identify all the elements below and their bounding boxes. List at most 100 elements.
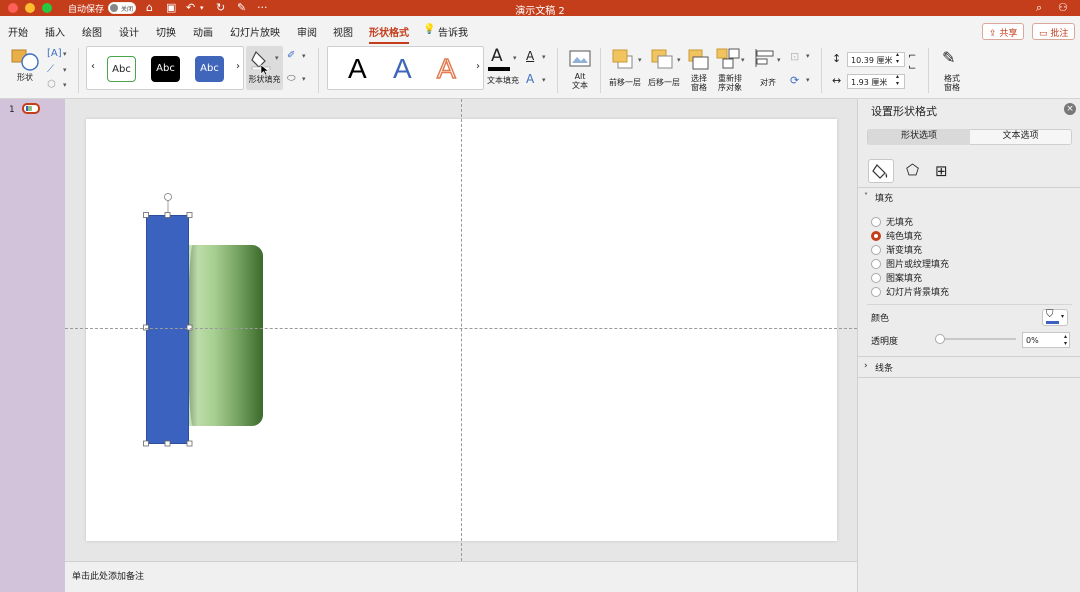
edit-shape-icon[interactable]: ⟋ xyxy=(47,64,54,75)
chevron-down-icon[interactable]: ▾ xyxy=(542,76,546,84)
resize-handle[interactable] xyxy=(143,212,149,218)
chevron-down-icon[interactable]: ▾ xyxy=(542,53,546,61)
tab-text-options[interactable]: 文本选项 xyxy=(970,129,1071,145)
comments-button[interactable]: ▭ 批注 xyxy=(1032,23,1076,40)
chevron-down-icon[interactable]: ▾ xyxy=(302,75,306,83)
align-button[interactable]: ▾ 对齐 xyxy=(751,48,785,92)
wordart-blue[interactable]: A xyxy=(393,53,412,85)
more-icon[interactable]: ··· xyxy=(257,1,268,14)
undo-icon[interactable]: ↶ xyxy=(186,1,195,14)
tab-view[interactable]: 视图 xyxy=(333,24,353,39)
fill-section-header[interactable]: 填充 xyxy=(875,191,893,204)
tab-draw[interactable]: 绘图 xyxy=(82,24,102,39)
radio-no-fill[interactable]: 无填充 xyxy=(871,215,913,228)
close-window-button[interactable] xyxy=(8,3,18,13)
transparency-stepper[interactable]: ▴ ▾ xyxy=(1064,333,1067,347)
text-outline-icon[interactable]: A xyxy=(526,49,534,63)
slide-thumbnail[interactable] xyxy=(22,103,40,114)
chevron-down-icon[interactable]: ˅ xyxy=(864,192,868,201)
undo-dropdown-icon[interactable]: ▾ xyxy=(200,4,204,12)
notes-pane[interactable]: 单击此处添加备注 xyxy=(65,561,857,592)
rotate-handle[interactable] xyxy=(164,193,172,201)
chevron-down-icon[interactable]: ▾ xyxy=(63,81,67,89)
edit-icon[interactable]: ✎ xyxy=(237,1,246,14)
radio-pattern-fill[interactable]: 图案填充 xyxy=(871,271,922,284)
wordart-orange-outline[interactable]: A xyxy=(436,52,456,85)
chevron-down-icon[interactable]: ▾ xyxy=(677,56,681,64)
send-backward-button[interactable]: ▾ 后移一层 xyxy=(646,48,684,92)
height-stepper[interactable]: ▴ ▾ xyxy=(896,51,899,65)
chevron-down-icon[interactable]: ▾ xyxy=(806,52,810,60)
merge-shapes-icon[interactable]: ⬡ xyxy=(47,79,56,90)
chevron-down-icon[interactable]: ▾ xyxy=(275,54,279,62)
transparency-input[interactable]: 0% ▴ ▾ xyxy=(1022,332,1070,348)
zoom-window-button[interactable] xyxy=(42,3,52,13)
resize-handle[interactable] xyxy=(186,440,193,447)
chevron-down-icon[interactable]: ▾ xyxy=(63,66,67,74)
chevron-right-icon[interactable]: › xyxy=(864,361,868,371)
chevron-down-icon[interactable]: ▾ xyxy=(513,54,517,62)
tab-review[interactable]: 审阅 xyxy=(297,24,317,39)
gallery-next-icon[interactable]: › xyxy=(236,61,240,72)
shape-button[interactable]: 形状 xyxy=(10,48,40,88)
width-stepper[interactable]: ▴ ▾ xyxy=(896,73,899,87)
resize-handle[interactable] xyxy=(164,212,171,218)
account-icon[interactable]: ⚇ xyxy=(1058,1,1068,14)
tab-slideshow[interactable]: 幻灯片放映 xyxy=(230,24,280,39)
tab-shape-options[interactable]: 形状选项 xyxy=(868,129,970,145)
style-preview-outline[interactable]: Abc xyxy=(107,56,136,82)
text-effects-icon[interactable]: A xyxy=(526,72,534,86)
lock-aspect-icon[interactable]: ⌐ ⌙ xyxy=(908,51,916,73)
chevron-down-icon[interactable]: ▾ xyxy=(63,50,67,58)
shape-outline-icon[interactable]: ✐ xyxy=(287,50,295,61)
rotate-icon[interactable]: ⟳ xyxy=(790,74,799,87)
resize-handle[interactable] xyxy=(164,440,171,447)
save-icon[interactable]: ▣ xyxy=(166,1,176,14)
reorder-objects-button[interactable]: ▾ 重新排 序对象 xyxy=(715,48,749,96)
radio-slide-background-fill[interactable]: 幻灯片背景填充 xyxy=(871,285,949,298)
minimize-window-button[interactable] xyxy=(25,3,35,13)
line-section-header[interactable]: 线条 xyxy=(875,361,893,374)
size-properties-tab-icon[interactable]: ⊞ xyxy=(935,162,948,180)
selection-pane-button[interactable]: 选择 窗格 xyxy=(685,48,713,96)
search-icon[interactable]: ⌕ xyxy=(1036,1,1042,15)
chevron-down-icon[interactable]: ▾ xyxy=(741,56,745,64)
fill-line-tab[interactable] xyxy=(868,159,894,183)
shape-fill-button[interactable]: ▾ 形状填充 xyxy=(246,46,283,90)
chevron-down-icon[interactable]: ▾ xyxy=(777,56,781,64)
chevron-down-icon[interactable]: ▾ xyxy=(302,52,306,60)
text-fill-button[interactable]: A ▾ 文本填充 xyxy=(486,46,520,90)
tab-insert[interactable]: 插入 xyxy=(45,24,65,39)
close-panel-button[interactable]: × xyxy=(1064,103,1076,115)
alt-text-button[interactable]: Alt 文本 xyxy=(565,48,595,92)
radio-gradient-fill[interactable]: 渐变填充 xyxy=(871,243,922,256)
chevron-down-icon[interactable]: ▾ xyxy=(806,76,810,84)
tell-me-search[interactable]: 告诉我 xyxy=(438,24,468,39)
radio-picture-fill[interactable]: 图片或纹理填充 xyxy=(871,257,949,270)
horizontal-guide[interactable] xyxy=(65,328,857,329)
bring-forward-button[interactable]: ▾ 前移一层 xyxy=(607,48,645,92)
gallery-next-icon[interactable]: › xyxy=(476,61,480,72)
effects-tab-icon[interactable]: ⬠ xyxy=(906,161,919,179)
tab-design[interactable]: 设计 xyxy=(119,24,139,39)
wordart-black[interactable]: A xyxy=(348,53,367,85)
format-pane-button[interactable]: ✎ 格式 窗格 xyxy=(936,48,968,96)
green-gradient-shape[interactable] xyxy=(188,245,263,426)
autosave-toggle[interactable]: 关闭 xyxy=(108,2,136,14)
fill-color-picker[interactable]: ⛉ ▾ xyxy=(1042,309,1068,326)
radio-solid-fill[interactable]: 纯色填充 xyxy=(871,229,922,242)
vertical-guide[interactable] xyxy=(461,99,462,561)
redo-icon[interactable]: ↻ xyxy=(216,1,225,14)
resize-handle[interactable] xyxy=(143,440,149,447)
slider-thumb[interactable] xyxy=(935,334,945,344)
tab-shape-format[interactable]: 形状格式 xyxy=(369,24,409,44)
tab-home[interactable]: 开始 xyxy=(8,24,28,39)
tab-transitions[interactable]: 切换 xyxy=(156,24,176,39)
gallery-prev-icon[interactable]: ‹ xyxy=(91,61,95,72)
chevron-down-icon[interactable]: ▾ xyxy=(638,56,642,64)
group-icon[interactable]: ⊡ xyxy=(790,50,799,63)
style-preview-blue[interactable]: Abc xyxy=(195,56,224,82)
transparency-slider[interactable] xyxy=(935,334,1016,344)
resize-handle[interactable] xyxy=(186,212,193,218)
share-button[interactable]: ⇪ 共享 xyxy=(982,23,1025,40)
